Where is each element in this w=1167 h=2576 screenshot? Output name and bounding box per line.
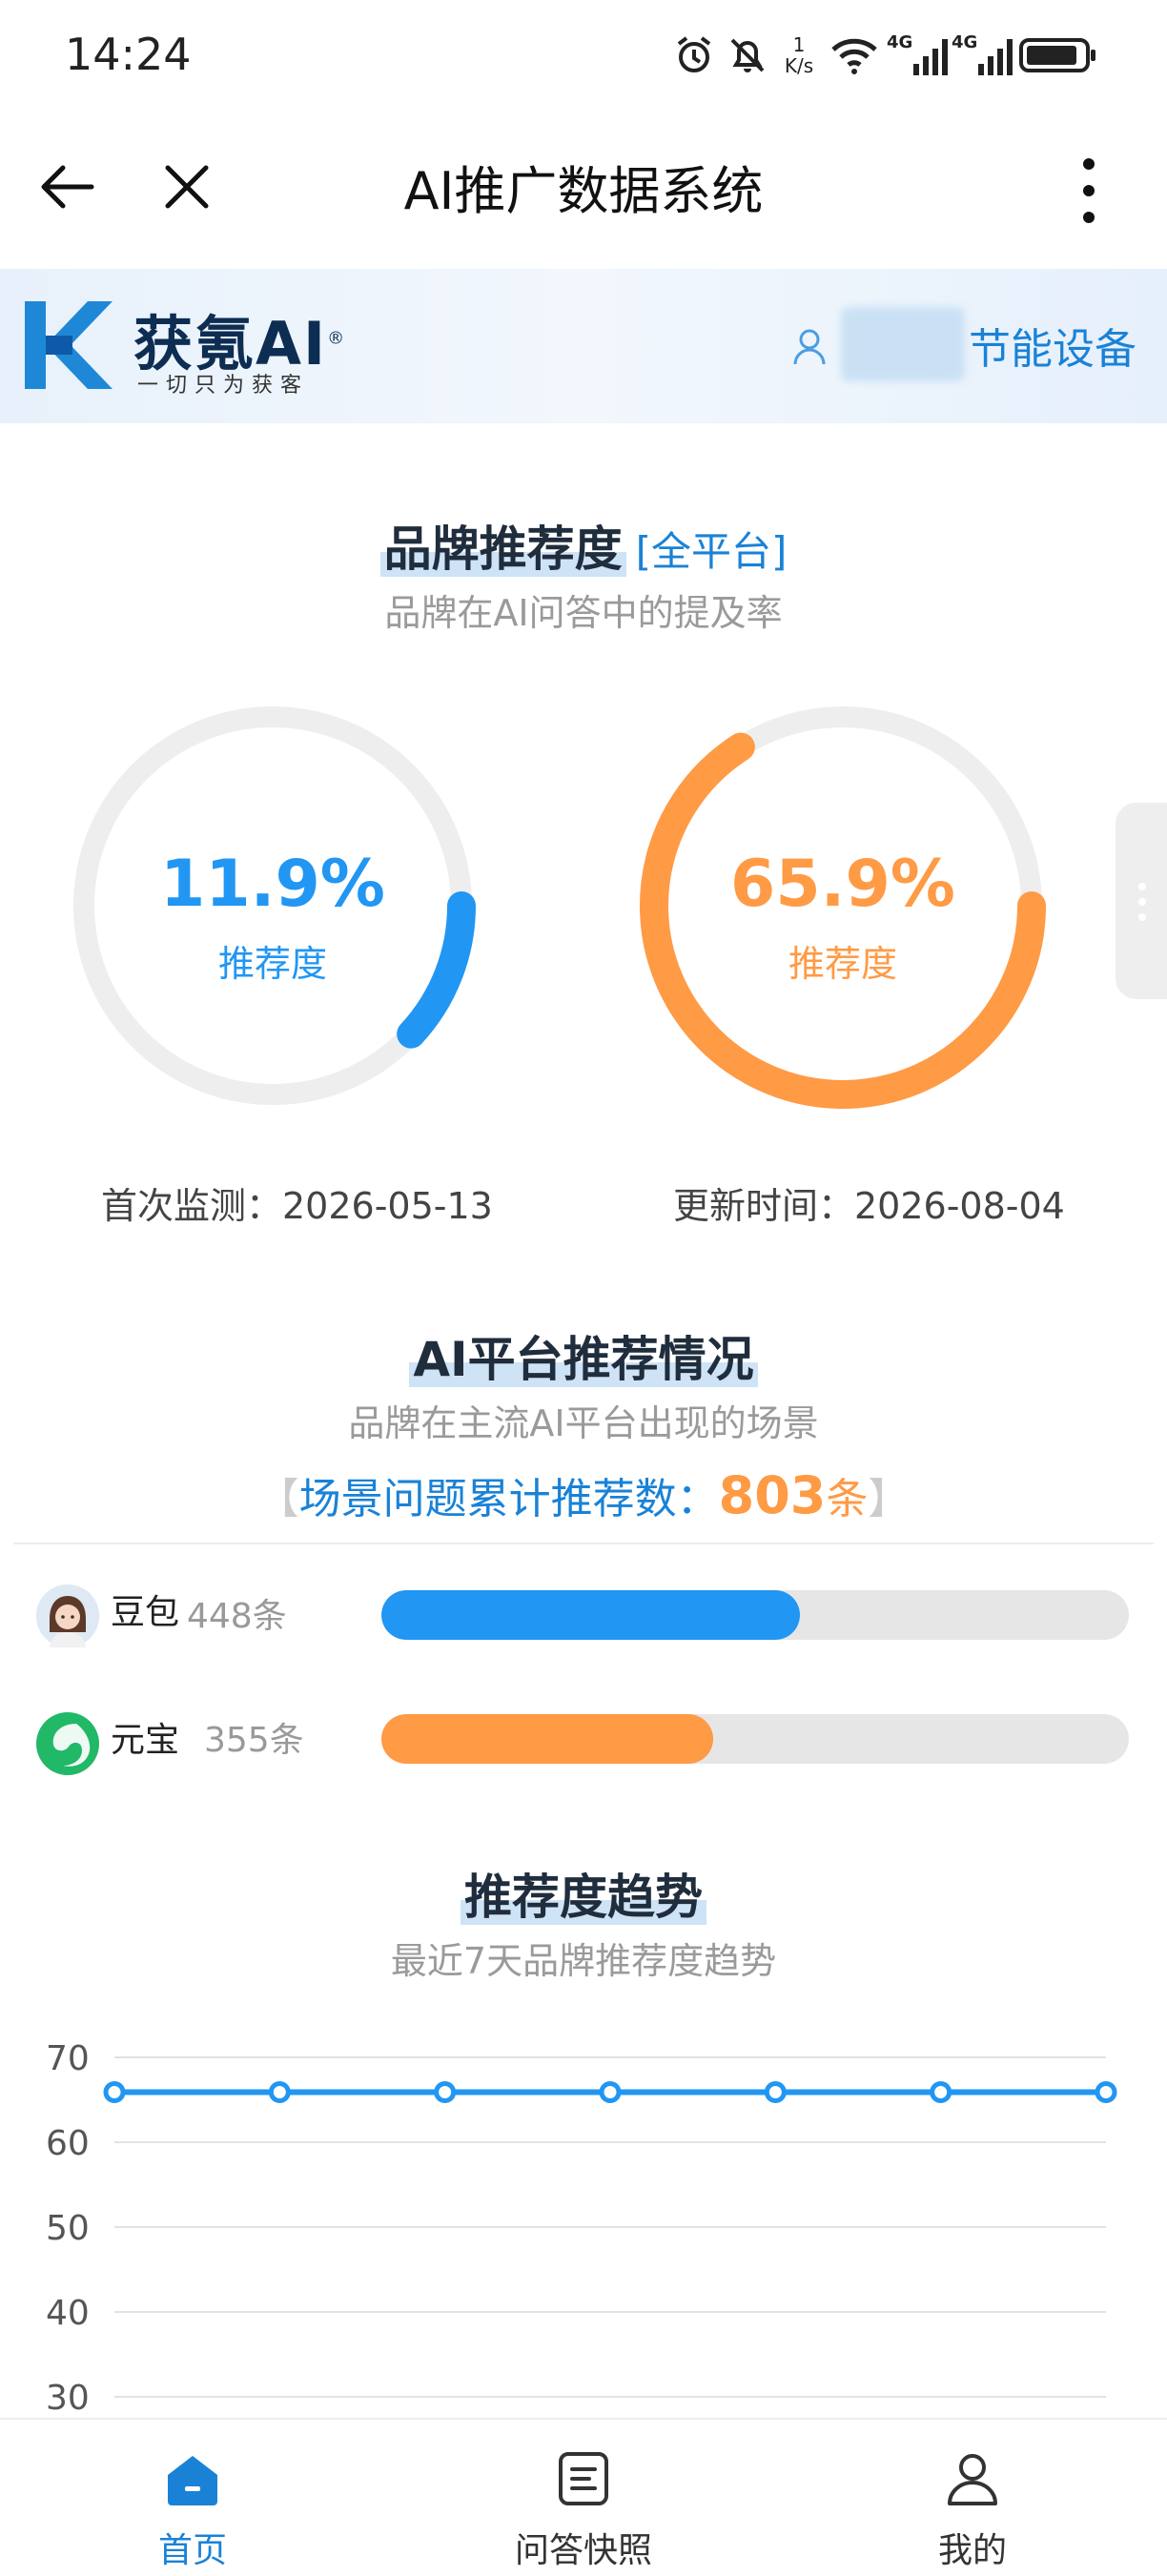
data-point[interactable]: [103, 2080, 126, 2103]
section-divider: [13, 1543, 1154, 1544]
first-monitor-date: 首次监测：2026-05-13: [101, 1185, 493, 1227]
data-point[interactable]: [434, 2080, 457, 2103]
net-speed-unit: K/s: [784, 54, 814, 77]
data-point[interactable]: [599, 2080, 622, 2103]
mute-bell-icon: [721, 27, 774, 84]
close-icon[interactable]: [153, 153, 221, 221]
profile-icon: [944, 2450, 1001, 2507]
signal-type-2: 4G: [952, 32, 978, 52]
signal-icon-2: 4G: [950, 27, 1013, 84]
logo-reg-mark: ®: [327, 328, 347, 349]
tab-profile[interactable]: 我的: [868, 2420, 1077, 2576]
bottom-tab-bar: 首页 问答快照 我的: [0, 2418, 1167, 2576]
y-tick-label: 60: [46, 2124, 90, 2163]
platform-row-yuanbao[interactable]: 元宝 355条: [0, 1703, 1167, 1779]
recommend-gauge-1: 11.9% 推荐度: [63, 696, 482, 1115]
bracket-right: 】: [868, 1475, 911, 1523]
platform-row-doubao[interactable]: 豆包 448条: [0, 1579, 1167, 1655]
signal-icon: 4G: [885, 27, 948, 84]
platform-section-subtitle: 品牌在主流AI平台出现的场景: [348, 1402, 819, 1444]
brand-title-text: 品牌推荐度: [379, 521, 626, 577]
user-icon: [791, 328, 828, 366]
yuanbao-logo-icon: [36, 1712, 99, 1775]
count-label: 场景问题累计推荐数：: [298, 1475, 719, 1523]
gauge-value-1: 11.9%: [160, 847, 385, 922]
page-title: AI推广数据系统: [403, 161, 764, 221]
platform-filter-tag[interactable]: [全平台]: [636, 528, 788, 575]
more-vertical-icon[interactable]: [1060, 153, 1117, 229]
y-tick-label: 40: [46, 2294, 90, 2333]
trend-line-chart: 70 60 50 40 30: [46, 2039, 1117, 2418]
tab-label: 问答快照: [514, 2531, 652, 2570]
data-point[interactable]: [764, 2080, 787, 2103]
data-point[interactable]: [930, 2080, 952, 2103]
doubao-avatar-icon: [36, 1584, 99, 1647]
home-icon: [164, 2450, 221, 2507]
platform-title-text: AI平台推荐情况: [409, 1332, 758, 1387]
count-value: 803: [718, 1465, 827, 1525]
platform-name: 豆包: [111, 1593, 180, 1632]
tab-label: 首页: [157, 2531, 227, 2570]
gauge-value-2: 65.9%: [730, 847, 955, 922]
side-drawer-handle[interactable]: [1116, 803, 1167, 999]
logo-mark-icon: [21, 297, 116, 393]
platform-bar-fill: [381, 1590, 801, 1640]
y-tick-label: 70: [46, 2039, 90, 2078]
platform-section-title: AI平台推荐情况: [0, 1321, 1167, 1390]
gauge-label-2: 推荐度: [788, 943, 897, 985]
bracket-left: 【: [256, 1475, 299, 1523]
tab-qa-snapshot[interactable]: 问答快照: [467, 2420, 700, 2576]
status-time: 14:24: [65, 29, 192, 80]
net-speed: 1 K/s: [774, 27, 824, 84]
y-tick-label: 50: [46, 2209, 90, 2248]
y-tick-label: 30: [46, 2379, 90, 2418]
platform-bar-track: [381, 1714, 1129, 1764]
trend-section-subtitle: 最近7天品牌推荐度趋势: [390, 1940, 777, 1982]
updated-date: 更新时间：2026-08-04: [673, 1185, 1065, 1227]
alarm-icon: [667, 27, 721, 84]
data-point[interactable]: [1095, 2080, 1117, 2103]
signal-type-1: 4G: [887, 32, 913, 52]
platform-name: 元宝: [111, 1721, 180, 1760]
document-icon: [555, 2450, 612, 2507]
gauge-label-1: 推荐度: [217, 943, 327, 985]
status-bar: 14:24 1 K/s 4G 4G: [0, 0, 1167, 114]
platform-count: 355条: [204, 1721, 304, 1760]
count-unit: 条: [826, 1475, 869, 1523]
redacted-company-name: [841, 307, 965, 381]
tab-label: 我的: [937, 2531, 1007, 2570]
data-point[interactable]: [268, 2080, 291, 2103]
platform-count: 448条: [187, 1597, 287, 1636]
wifi-icon: [826, 27, 883, 84]
brand-banner: 获氪AI® 一切只为获客 节能设备: [0, 269, 1167, 423]
recommend-gauge-2: 65.9% 推荐度: [633, 696, 1053, 1115]
recommend-count-line: 【场景问题累计推荐数：803条】: [0, 1464, 1167, 1525]
platform-bar-fill: [381, 1714, 713, 1764]
tab-home[interactable]: 首页: [88, 2420, 297, 2576]
battery-icon: [1016, 27, 1100, 84]
back-arrow-icon[interactable]: [34, 153, 103, 221]
brand-section-subtitle: 品牌在AI问答中的提及率: [384, 592, 783, 634]
company-name[interactable]: 节能设备: [969, 315, 1136, 376]
trend-title-text: 推荐度趋势: [461, 1870, 706, 1925]
brand-section-title: 品牌推荐度 [全平台]: [0, 511, 1167, 580]
logo-slogan: 一切只为获客: [137, 374, 310, 398]
platform-bar-track: [381, 1590, 1129, 1640]
net-speed-value: 1: [792, 33, 806, 56]
trend-section-title: 推荐度趋势: [0, 1859, 1167, 1928]
